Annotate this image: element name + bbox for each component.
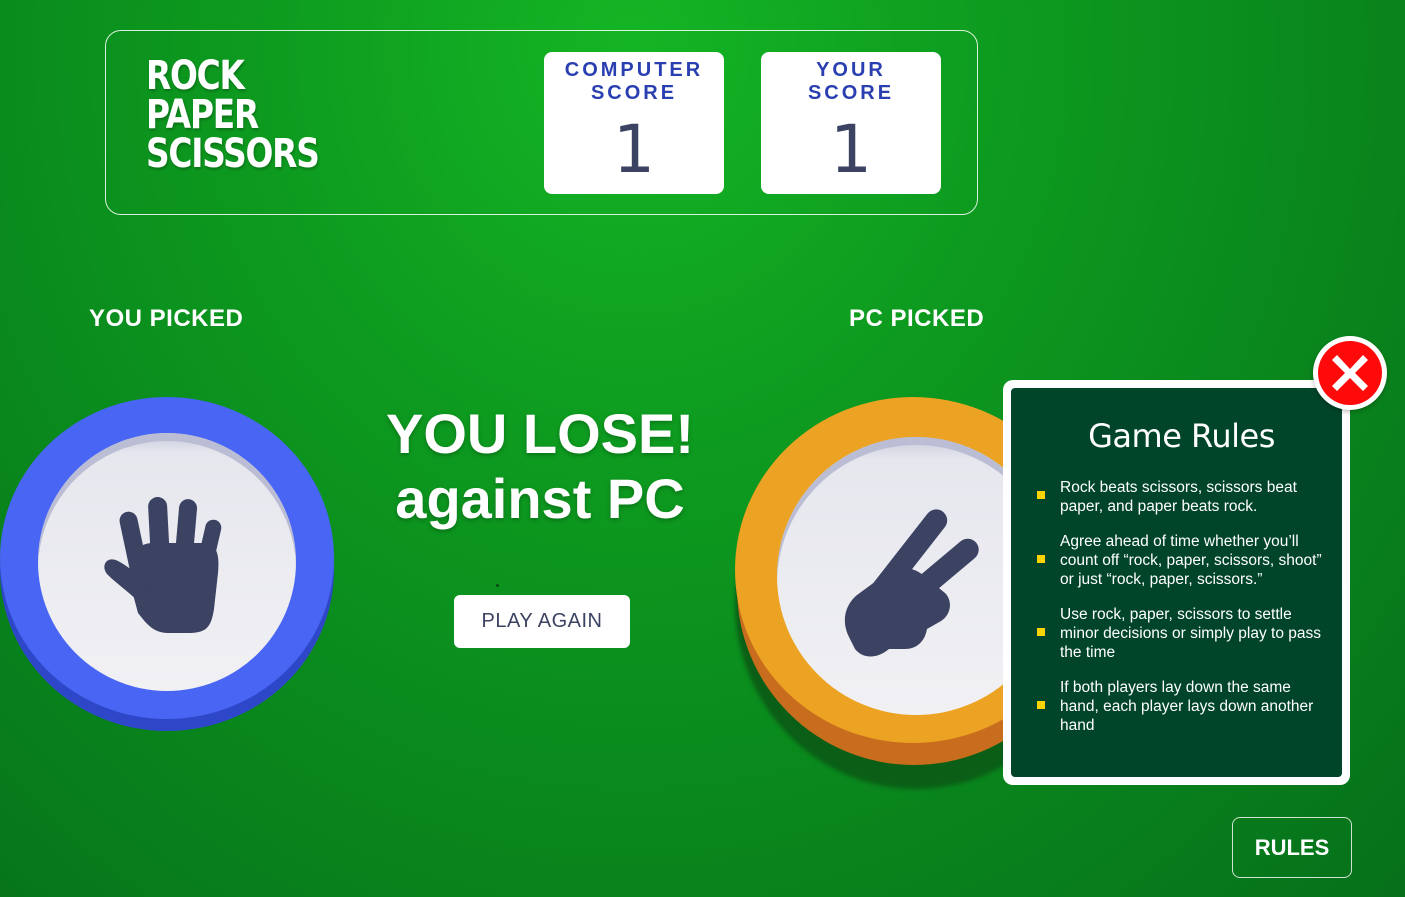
decorative-dot xyxy=(496,584,499,587)
rule-text: Use rock, paper, scissors to settle mino… xyxy=(1060,606,1322,661)
computer-score-label: COMPUTER SCORE xyxy=(564,59,704,104)
your-score-value: 1 xyxy=(830,111,872,188)
bullet-icon xyxy=(1037,491,1045,499)
close-icon xyxy=(1332,355,1368,391)
bullet-icon xyxy=(1037,554,1045,563)
rule-text: If both players lay down the same hand, … xyxy=(1060,679,1314,734)
result-title: YOU LOSE! xyxy=(385,402,695,465)
you-picked-label: YOU PICKED xyxy=(89,305,244,332)
rule-text: Agree ahead of time whether you’ll count… xyxy=(1060,533,1322,588)
rule-item: Rock beats scissors, scissors beat paper… xyxy=(1011,478,1342,516)
paper-chip-inner xyxy=(38,433,296,691)
logo-line-paper: PAPER xyxy=(146,92,259,138)
rule-item: Use rock, paper, scissors to settle mino… xyxy=(1011,605,1342,662)
result-subtitle: against PC xyxy=(395,467,685,530)
rule-text: Rock beats scissors, scissors beat paper… xyxy=(1060,479,1297,515)
your-score-card: YOUR SCORE 1 xyxy=(761,52,941,194)
bullet-icon xyxy=(1037,627,1045,636)
logo-line-rock: ROCK xyxy=(146,53,245,99)
close-rules-button[interactable] xyxy=(1313,336,1387,410)
rule-item: If both players lay down the same hand, … xyxy=(1011,678,1342,735)
rules-list: Rock beats scissors, scissors beat paper… xyxy=(1011,478,1342,735)
rules-button[interactable]: RULES xyxy=(1232,817,1352,878)
rules-title: Game Rules xyxy=(1088,417,1275,455)
logo-line-scissors: SCISSORS xyxy=(146,131,320,177)
score-header: ROCK PAPER SCISSORS COMPUTER SCORE 1 YOU… xyxy=(105,30,978,215)
hand-paper-icon xyxy=(104,497,222,633)
computer-score-card: COMPUTER SCORE 1 xyxy=(544,52,724,194)
rule-item: Agree ahead of time whether you’ll count… xyxy=(1011,532,1342,589)
computer-score-value: 1 xyxy=(613,111,655,188)
pc-picked-label: PC PICKED xyxy=(849,305,985,332)
result-panel: YOU LOSE! against PC xyxy=(340,400,740,530)
game-logo: ROCK PAPER SCISSORS xyxy=(146,53,320,177)
play-again-button[interactable]: PLAY AGAIN xyxy=(454,595,630,648)
rules-modal-content: Game Rules Rock beats scissors, scissors… xyxy=(1011,388,1342,777)
your-score-label: YOUR SCORE xyxy=(807,59,895,104)
rules-modal: Game Rules Rock beats scissors, scissors… xyxy=(1003,380,1350,785)
bullet-icon xyxy=(1037,700,1045,709)
user-choice-paper-chip xyxy=(0,397,334,731)
